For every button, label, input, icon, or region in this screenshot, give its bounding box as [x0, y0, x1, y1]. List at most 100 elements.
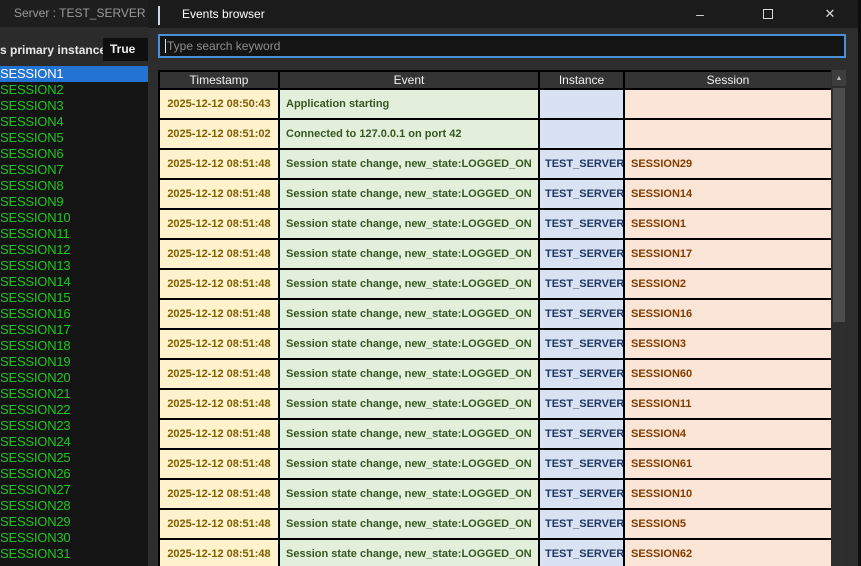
cell-session — [623, 88, 831, 120]
list-item[interactable]: SESSION30 — [0, 530, 150, 546]
cell-event: Session state change, new_state:LOGGED_O… — [278, 538, 540, 566]
list-item[interactable]: SESSION5 — [0, 130, 150, 146]
list-item[interactable]: SESSION14 — [0, 274, 150, 290]
table-row[interactable]: 2025-12-12 08:51:48 Session state change,… — [158, 238, 831, 270]
table-row[interactable]: 2025-12-12 08:51:48 Session state change,… — [158, 268, 831, 300]
events-table-wrap: Timestamp Event Instance Session 2025-12… — [158, 70, 831, 566]
primary-instance-value[interactable]: True — [103, 38, 153, 61]
table-row[interactable]: 2025-12-12 08:51:48 Session state change,… — [158, 178, 831, 210]
events-browser-window: Events browser – ✕ Timestamp Event Insta… — [148, 0, 858, 566]
events-titlebar[interactable]: Events browser – ✕ — [148, 0, 858, 28]
server-app-icon — [0, 7, 9, 19]
cell-session: SESSION16 — [623, 298, 831, 330]
cell-timestamp: 2025-12-12 08:51:48 — [158, 478, 280, 510]
table-row[interactable]: 2025-12-12 08:51:48 Session state change,… — [158, 538, 831, 566]
table-row[interactable]: 2025-12-12 08:51:48 Session state change,… — [158, 208, 831, 240]
search-box — [158, 34, 846, 58]
column-header-timestamp[interactable]: Timestamp — [158, 70, 280, 90]
primary-instance-label: s primary instance : — [0, 43, 114, 57]
list-item[interactable]: SESSION12 — [0, 242, 150, 258]
cell-timestamp: 2025-12-12 08:51:48 — [158, 178, 280, 210]
table-row[interactable]: 2025-12-12 08:51:48 Session state change,… — [158, 148, 831, 180]
table-row[interactable]: 2025-12-12 08:51:48 Session state change,… — [158, 448, 831, 480]
server-window-title: Server : TEST_SERVER — [14, 6, 146, 20]
scrollbar-up-icon[interactable]: ▲ — [832, 70, 846, 86]
cell-instance — [538, 88, 625, 120]
maximize-icon — [763, 9, 773, 19]
scrollbar-thumb[interactable] — [833, 88, 845, 322]
list-item[interactable]: SESSION2 — [0, 82, 150, 98]
cell-instance: TEST_SERVER — [538, 358, 625, 390]
table-row[interactable]: 2025-12-12 08:51:48 Session state change,… — [158, 358, 831, 390]
list-item[interactable]: SESSION19 — [0, 354, 150, 370]
table-row[interactable]: 2025-12-12 08:51:48 Session state change,… — [158, 508, 831, 540]
cell-instance: TEST_SERVER — [538, 208, 625, 240]
table-row[interactable]: 2025-12-12 08:51:48 Session state change,… — [158, 388, 831, 420]
cell-instance: TEST_SERVER — [538, 508, 625, 540]
vertical-scrollbar[interactable]: ▲ — [832, 70, 846, 566]
cell-timestamp: 2025-12-12 08:51:02 — [158, 118, 280, 150]
cell-event: Session state change, new_state:LOGGED_O… — [278, 148, 540, 180]
list-item[interactable]: SESSION15 — [0, 290, 150, 306]
list-item[interactable]: SESSION18 — [0, 338, 150, 354]
table-row[interactable]: 2025-12-12 08:51:48 Session state change,… — [158, 418, 831, 450]
close-button[interactable]: ✕ — [808, 0, 852, 28]
list-item[interactable]: SESSION16 — [0, 306, 150, 322]
table-row[interactable]: 2025-12-12 08:51:48 Session state change,… — [158, 328, 831, 360]
list-item[interactable]: SESSION8 — [0, 178, 150, 194]
cell-event: Session state change, new_state:LOGGED_O… — [278, 448, 540, 480]
cell-timestamp: 2025-12-12 08:51:48 — [158, 208, 280, 240]
list-item[interactable]: SESSION24 — [0, 434, 150, 450]
cell-timestamp: 2025-12-12 08:51:48 — [158, 298, 280, 330]
list-item[interactable]: SESSION21 — [0, 386, 150, 402]
cell-instance: TEST_SERVER — [538, 298, 625, 330]
cell-session: SESSION61 — [623, 448, 831, 480]
server-titlebar[interactable]: Server : TEST_SERVER — [0, 0, 150, 27]
list-item[interactable]: SESSION28 — [0, 498, 150, 514]
list-item[interactable]: SESSION9 — [0, 194, 150, 210]
list-item[interactable]: SESSION22 — [0, 402, 150, 418]
minimize-button[interactable]: – — [678, 0, 722, 28]
cell-timestamp: 2025-12-12 08:51:48 — [158, 148, 280, 180]
column-header-session[interactable]: Session — [623, 70, 831, 90]
list-item[interactable]: SESSION11 — [0, 226, 150, 242]
list-item[interactable]: SESSION29 — [0, 514, 150, 530]
list-item[interactable]: SESSION27 — [0, 482, 150, 498]
list-item[interactable]: SESSION26 — [0, 466, 150, 482]
maximize-button[interactable] — [746, 0, 790, 28]
cell-session — [623, 118, 831, 150]
list-item[interactable]: SESSION6 — [0, 146, 150, 162]
cell-session: SESSION1 — [623, 208, 831, 240]
list-item[interactable]: SESSION13 — [0, 258, 150, 274]
cell-timestamp: 2025-12-12 08:51:48 — [158, 448, 280, 480]
session-list[interactable]: SESSION1 SESSION2 SESSION3 SESSION4 SESSION5… — [0, 66, 150, 566]
column-header-instance[interactable]: Instance — [538, 70, 625, 90]
cell-instance: TEST_SERVER — [538, 148, 625, 180]
list-item[interactable]: SESSION3 — [0, 98, 150, 114]
cell-instance: TEST_SERVER — [538, 388, 625, 420]
list-item[interactable]: SESSION20 — [0, 370, 150, 386]
cell-timestamp: 2025-12-12 08:51:48 — [158, 358, 280, 390]
list-item[interactable]: SESSION31 — [0, 546, 150, 562]
list-item[interactable]: SESSION25 — [0, 450, 150, 466]
cell-event: Session state change, new_state:LOGGED_O… — [278, 508, 540, 540]
events-app-icon — [158, 6, 174, 25]
list-item[interactable]: SESSION23 — [0, 418, 150, 434]
cell-event: Session state change, new_state:LOGGED_O… — [278, 208, 540, 240]
cell-timestamp: 2025-12-12 08:51:48 — [158, 418, 280, 450]
list-item[interactable]: SESSION10 — [0, 210, 150, 226]
table-row[interactable]: 2025-12-12 08:51:02 Connected to 127.0.0.… — [158, 118, 831, 150]
list-item[interactable]: SESSION17 — [0, 322, 150, 338]
search-input[interactable] — [160, 36, 844, 56]
cell-event: Session state change, new_state:LOGGED_O… — [278, 268, 540, 300]
table-row[interactable]: 2025-12-12 08:50:43 Application starting — [158, 88, 831, 120]
cell-session: SESSION2 — [623, 268, 831, 300]
list-item[interactable]: SESSION4 — [0, 114, 150, 130]
list-item[interactable]: SESSION1 — [0, 66, 150, 82]
table-row[interactable]: 2025-12-12 08:51:48 Session state change,… — [158, 478, 831, 510]
table-row[interactable]: 2025-12-12 08:51:48 Session state change,… — [158, 298, 831, 330]
column-header-event[interactable]: Event — [278, 70, 540, 90]
cell-session: SESSION29 — [623, 148, 831, 180]
list-item[interactable]: SESSION7 — [0, 162, 150, 178]
cell-session: SESSION3 — [623, 328, 831, 360]
